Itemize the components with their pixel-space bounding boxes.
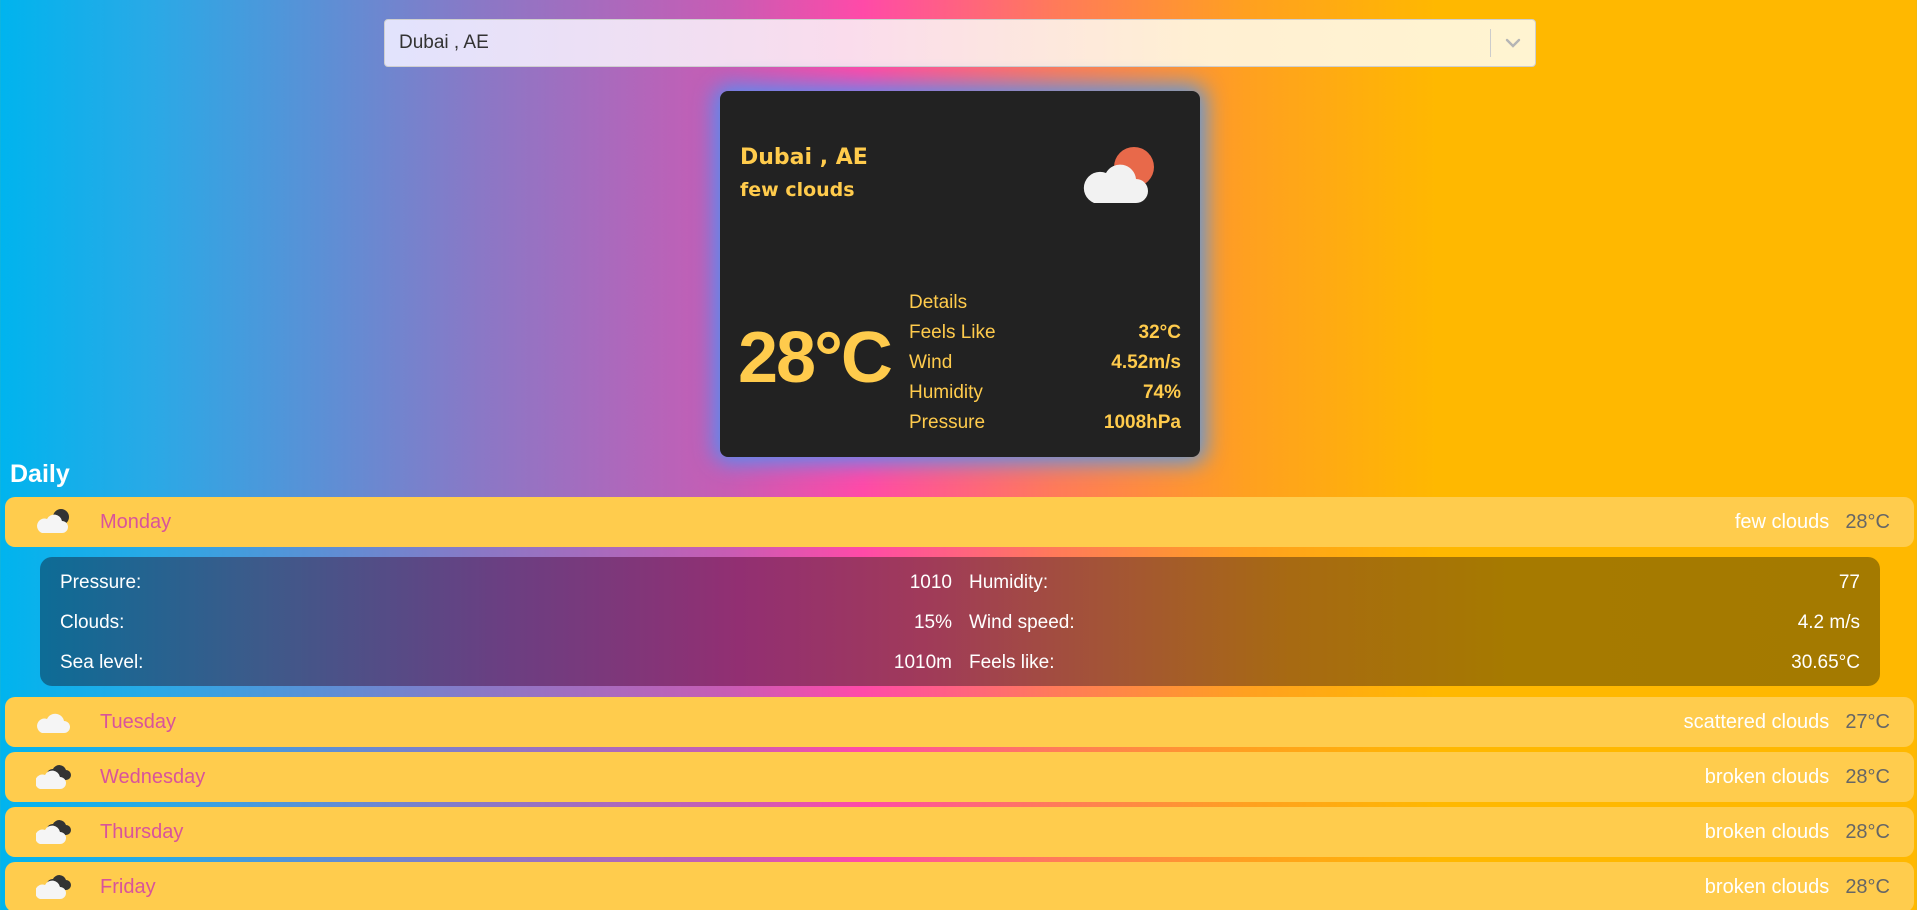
day-description: broken clouds [1704,765,1830,788]
day-temperature: 28°C [1845,510,1890,533]
detail-label: Clouds: [60,612,125,633]
detail-label: Humidity: [969,572,1049,593]
day-description: broken clouds [1704,875,1830,898]
day-temperature: 28°C [1845,875,1890,898]
day-name: Thursday [100,820,184,843]
detail-label: Humidity [909,382,983,403]
detail-label: Wind [909,352,953,373]
day-name: Wednesday [100,765,206,788]
detail-row-wind: Wind 4.52m/s [909,348,1181,378]
detail-value: 32°C [1138,322,1181,343]
cloud-sun-icon [1076,145,1162,207]
details-heading: Details [909,292,968,313]
detail-value: 77 [1838,572,1860,593]
clouds-icon [35,873,74,901]
current-weather-card: Dubai , AE few clouds 28°C Details Feels… [720,91,1200,457]
forecast-day-monday[interactable]: Monday few clouds 28°C [5,497,1914,547]
current-city: Dubai , AE [740,145,868,170]
day-name: Friday [100,875,156,898]
day-name: Tuesday [100,710,176,733]
details-panel: Details Feels Like 32°C Wind 4.52m/s Hum… [909,288,1181,438]
day-description: few clouds [1734,510,1830,533]
cloud-icon [36,708,74,736]
detail-label: Sea level: [60,652,144,673]
day-temperature: 27°C [1845,710,1890,733]
detail-row-clouds: Clouds: 15% [60,612,952,634]
chevron-down-icon[interactable] [1491,20,1535,66]
detail-label: Pressure [909,412,986,433]
detail-label: Feels Like [909,322,996,343]
detail-row-feels-like: Feels like: 30.65°C [969,652,1860,674]
detail-row-pressure: Pressure: 1010 [60,572,952,594]
detail-label: Feels like: [969,652,1055,673]
detail-label: Pressure: [60,572,142,593]
detail-value: 1010 [909,572,952,593]
day-temperature: 28°C [1845,765,1890,788]
detail-value: 74% [1142,382,1181,403]
forecast-day-thursday[interactable]: Thursday broken clouds 28°C [5,807,1914,857]
detail-value: 1008hPa [1103,412,1181,433]
detail-label: Wind speed: [969,612,1075,633]
detail-row-wind-speed: Wind speed: 4.2 m/s [969,612,1860,634]
detail-row-humidity: Humidity: 77 [969,572,1860,594]
detail-row-pressure: Pressure 1008hPa [909,408,1181,438]
clouds-icon [35,763,74,791]
forecast-day-wednesday[interactable]: Wednesday broken clouds 28°C [5,752,1914,802]
city-search-select[interactable]: Dubai , AE [384,19,1536,67]
clouds-icon [35,818,74,846]
detail-row-feels-like: Feels Like 32°C [909,318,1181,348]
detail-value: 1010m [893,652,952,673]
expanded-day-details: Pressure: 1010 Clouds: 15% Sea level: 10… [40,557,1880,686]
forecast-day-friday[interactable]: Friday broken clouds 28°C [5,862,1914,910]
forecast-day-tuesday[interactable]: Tuesday scattered clouds 27°C [5,697,1914,747]
current-description: few clouds [740,179,855,201]
detail-value: 30.65°C [1791,652,1860,673]
day-temperature: 28°C [1845,820,1890,843]
day-description: broken clouds [1704,820,1830,843]
current-temperature: 28°C [738,318,893,398]
search-input[interactable]: Dubai , AE [385,32,1490,54]
detail-value: 15% [913,612,952,633]
day-name: Monday [100,510,172,533]
detail-value: 4.52m/s [1111,352,1181,373]
detail-value: 4.2 m/s [1797,612,1860,633]
day-description: scattered clouds [1683,710,1830,733]
cloud-moon-icon [36,508,74,536]
daily-heading: Daily [10,460,70,488]
detail-row-humidity: Humidity 74% [909,378,1181,408]
detail-row-sea-level: Sea level: 1010m [60,652,952,674]
